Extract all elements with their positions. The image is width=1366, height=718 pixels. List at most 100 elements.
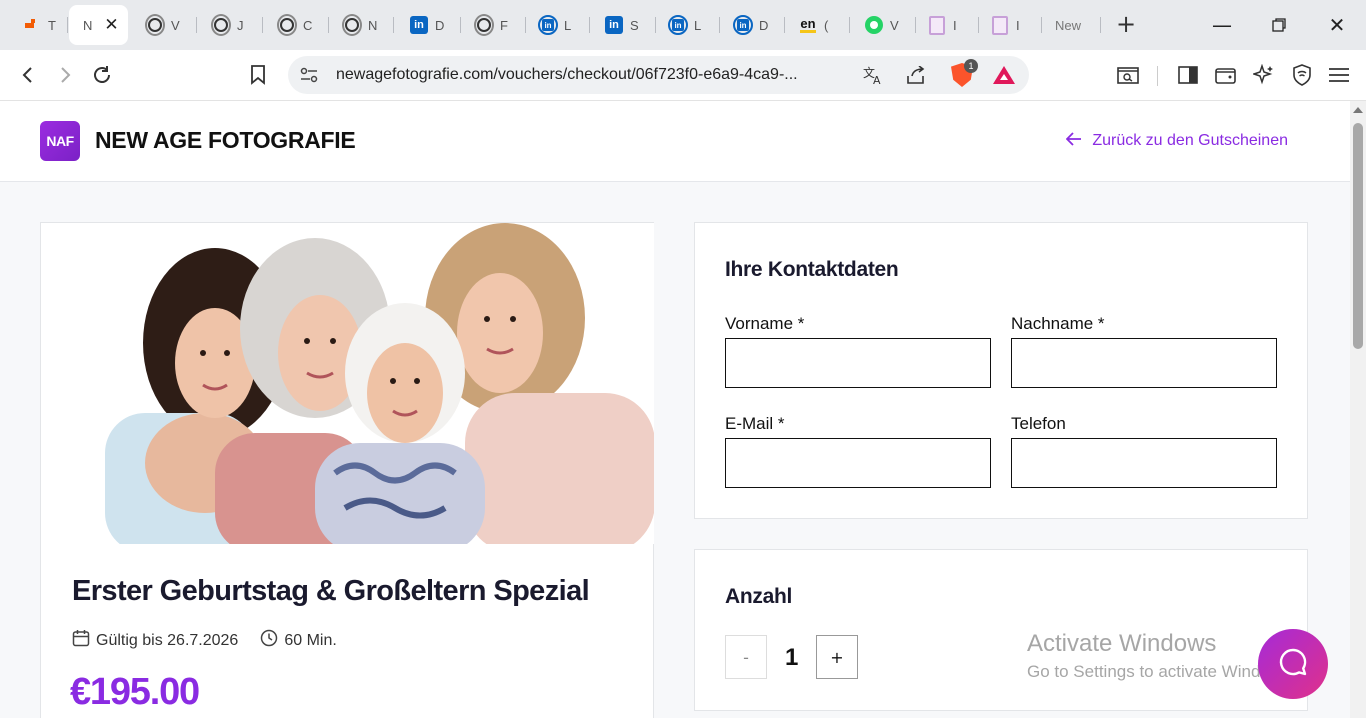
sidebar-icon[interactable] <box>1174 61 1202 89</box>
browser-tab[interactable]: N <box>332 5 394 45</box>
brave-shields-icon[interactable]: 1 <box>950 59 978 87</box>
tab-label: C <box>303 17 313 33</box>
address-bar[interactable]: newagefotografie.com/vouchers/checkout/0… <box>288 56 1029 94</box>
clock-icon <box>260 629 278 652</box>
windows-activation-watermark: Activate Windows Go to Settings to activ… <box>1027 630 1295 682</box>
whatsapp-icon <box>864 15 884 35</box>
back-to-vouchers-link[interactable]: Zurück zu den Gutscheinen <box>1066 130 1288 151</box>
browser-tab[interactable]: in D <box>723 5 785 45</box>
tab-label: N <box>368 17 378 33</box>
back-icon[interactable] <box>14 61 42 89</box>
browser-tab[interactable]: in D <box>399 5 461 45</box>
tab-label: V <box>171 17 180 33</box>
first-name-label: Vorname * <box>725 314 805 333</box>
chat-widget-button[interactable] <box>1258 629 1328 699</box>
email-label: E-Mail * <box>725 414 785 433</box>
contact-details-card: Ihre Kontaktdaten Vorname * Nachname * E… <box>694 222 1308 519</box>
scroll-thumb[interactable] <box>1353 123 1363 349</box>
browser-tab[interactable]: V <box>854 5 916 45</box>
minimize-button[interactable]: — <box>1207 10 1237 40</box>
quantity-heading: Anzahl <box>725 585 793 608</box>
chatgpt-icon <box>211 14 231 36</box>
brand-name[interactable]: NEW AGE FOTOGRAFIE <box>95 127 356 154</box>
tab-label: S <box>630 17 639 33</box>
new-tab-button[interactable]: + <box>1112 11 1140 39</box>
browser-tab[interactable]: C <box>267 5 329 45</box>
site-header: NAF NEW AGE FOTOGRAFIE Zurück zu den Gut… <box>0 101 1350 182</box>
document-icon <box>927 15 947 35</box>
shield-count-badge: 1 <box>964 59 978 73</box>
tab-label: F <box>500 17 508 33</box>
chatgpt-icon <box>474 14 494 36</box>
browser-tab[interactable]: in L <box>528 5 590 45</box>
reload-icon[interactable] <box>88 61 116 89</box>
valid-until-text: Gültig bis 26.7.2026 <box>96 631 239 649</box>
tab-label: D <box>759 17 769 33</box>
browser-tab-strip: T N ✕ V J C N in D F in L in S in L in D… <box>0 0 1366 50</box>
linkedin-icon: in <box>538 15 558 35</box>
brave-rewards-icon[interactable] <box>992 63 1016 87</box>
tab-label: N <box>83 17 93 33</box>
browser-tab[interactable]: en ( <box>788 5 850 45</box>
leo-ai-icon[interactable] <box>1250 61 1278 89</box>
linkedin-icon: in <box>604 15 624 35</box>
browser-tab[interactable]: T <box>12 5 68 45</box>
decrease-quantity-button[interactable]: - <box>725 635 767 679</box>
increase-quantity-button[interactable]: + <box>816 635 858 679</box>
tab-label: ( <box>824 17 829 33</box>
close-tab-icon[interactable]: ✕ <box>104 15 118 35</box>
translate-icon[interactable]: 文A <box>862 63 886 87</box>
restore-button[interactable] <box>1264 10 1294 40</box>
linkedin-icon: in <box>409 15 429 35</box>
calendar-icon <box>72 629 90 652</box>
browser-tab-active[interactable]: N ✕ <box>69 5 128 45</box>
contact-heading: Ihre Kontaktdaten <box>725 258 899 281</box>
site-settings-icon[interactable] <box>297 63 321 87</box>
phone-label: Telefon <box>1011 414 1066 433</box>
chatgpt-icon <box>277 14 297 36</box>
watermark-line-1: Activate Windows <box>1027 630 1217 657</box>
search-page-icon[interactable] <box>1114 61 1142 89</box>
product-title: Erster Geburtstag & Großeltern Spezial <box>72 575 590 607</box>
logo[interactable]: NAF <box>40 121 80 161</box>
linkedin-icon: in <box>733 15 753 35</box>
scroll-up-arrow-icon[interactable] <box>1353 107 1363 113</box>
browser-toolbar: newagefotografie.com/vouchers/checkout/0… <box>0 50 1366 101</box>
wallet-icon[interactable] <box>1212 61 1240 89</box>
last-name-label: Nachname * <box>1011 314 1105 333</box>
tab-label: D <box>435 17 445 33</box>
phone-input[interactable] <box>1011 438 1277 488</box>
browser-tab[interactable]: New <box>1045 5 1101 45</box>
duration-text: 60 Min. <box>284 631 337 649</box>
browser-tab[interactable]: I <box>980 5 1042 45</box>
browser-tab[interactable]: in L <box>658 5 720 45</box>
url-text[interactable]: newagefotografie.com/vouchers/checkout/0… <box>336 66 798 84</box>
arrow-left-icon <box>1066 130 1082 151</box>
browser-tab[interactable]: I <box>917 5 979 45</box>
product-meta: Gültig bis 26.7.2026 60 Min. <box>72 629 359 652</box>
browser-tab[interactable]: in S <box>594 5 656 45</box>
tab-label: V <box>890 17 899 33</box>
browser-tab[interactable]: F <box>464 5 526 45</box>
vpn-shield-icon[interactable] <box>1288 61 1316 89</box>
linkedin-icon: in <box>668 15 688 35</box>
browser-tab[interactable]: V <box>135 5 197 45</box>
product-photo <box>65 223 654 544</box>
last-name-input[interactable] <box>1011 338 1277 388</box>
menu-icon[interactable] <box>1325 61 1353 89</box>
orange-app-icon <box>22 15 42 35</box>
close-window-button[interactable]: ✕ <box>1322 10 1352 40</box>
first-name-input[interactable] <box>725 338 991 388</box>
watermark-line-2: Go to Settings to activate Windows. <box>1027 662 1296 681</box>
share-icon[interactable] <box>904 63 928 87</box>
chat-icon <box>1278 647 1308 681</box>
bookmark-icon[interactable] <box>244 61 272 89</box>
tab-label: I <box>1016 17 1020 33</box>
product-price: €195.00 <box>70 671 200 713</box>
quantity-value: 1 <box>785 644 799 671</box>
browser-tab[interactable]: J <box>201 5 263 45</box>
tab-label: J <box>237 17 244 33</box>
email-input[interactable] <box>725 438 991 488</box>
forward-icon[interactable] <box>51 61 79 89</box>
page-scrollbar[interactable] <box>1350 101 1366 718</box>
